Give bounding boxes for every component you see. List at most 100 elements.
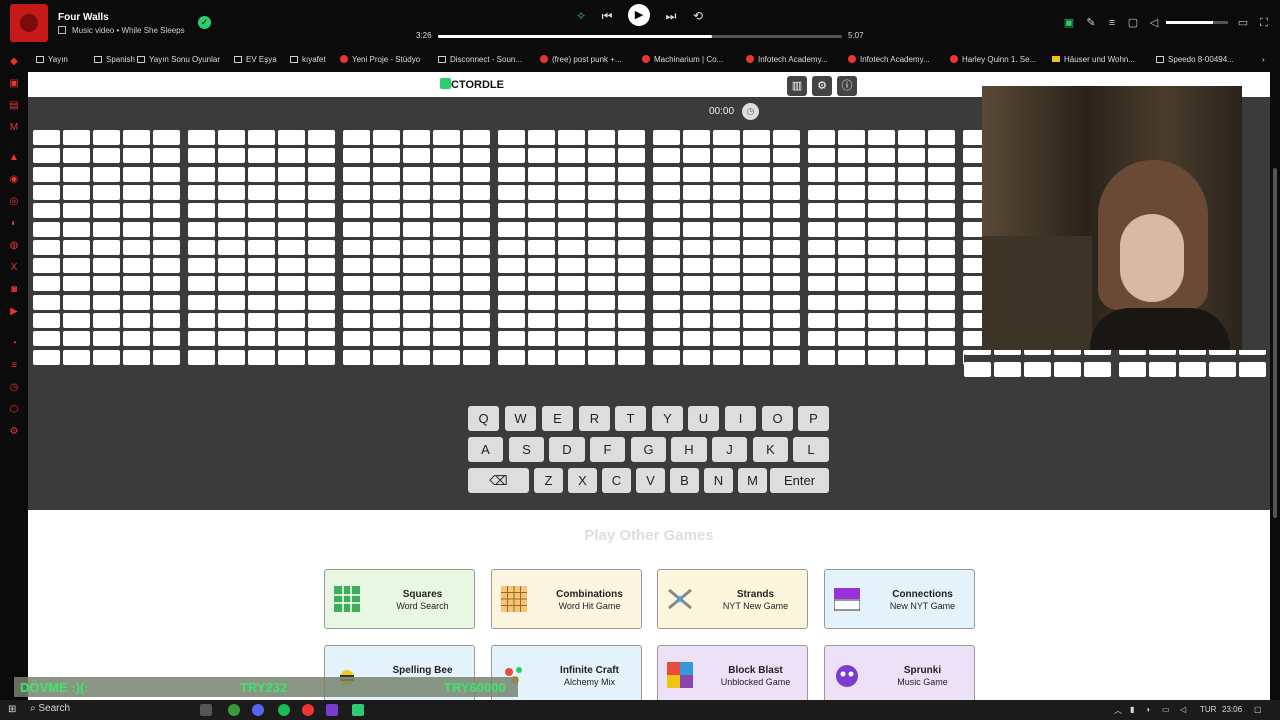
key-l[interactable]: L bbox=[793, 437, 829, 462]
key-a[interactable]: A bbox=[468, 437, 503, 462]
bookmark[interactable]: kıyafet bbox=[290, 55, 326, 64]
sidebar-icon-3[interactable]: ▤ bbox=[8, 100, 20, 112]
bookmark[interactable]: Disconnect - Soun... bbox=[438, 55, 522, 64]
progress-bar[interactable] bbox=[438, 35, 842, 38]
backspace-key[interactable]: ⌫ bbox=[468, 468, 529, 493]
mic-icon[interactable]: ▮ bbox=[1130, 705, 1134, 714]
key-h[interactable]: H bbox=[671, 437, 707, 462]
sidebar-icon-8[interactable]: ◐ bbox=[8, 218, 20, 230]
game-card-combinations[interactable]: Combinations Word Hit Game bbox=[491, 569, 642, 629]
key-c[interactable]: C bbox=[602, 468, 631, 493]
scrollbar-thumb[interactable] bbox=[1273, 168, 1277, 518]
song-title[interactable]: Four Walls bbox=[58, 12, 109, 23]
key-g[interactable]: G bbox=[631, 437, 666, 462]
miniplayer-icon[interactable]: ▭ bbox=[1236, 16, 1250, 30]
key-k[interactable]: K bbox=[753, 437, 788, 462]
sidebar-icon-12[interactable]: ⬡ bbox=[8, 404, 20, 416]
bookmark[interactable]: (free) post punk +... bbox=[540, 55, 622, 64]
key-r[interactable]: R bbox=[579, 406, 610, 431]
language-indicator[interactable]: TUR bbox=[1200, 705, 1216, 714]
fullscreen-icon[interactable]: ⛶ bbox=[1257, 16, 1271, 30]
key-f[interactable]: F bbox=[590, 437, 625, 462]
key-q[interactable]: Q bbox=[468, 406, 499, 431]
clock[interactable]: 23:06 bbox=[1222, 705, 1242, 714]
x-icon[interactable]: X bbox=[8, 262, 20, 274]
volume-slider[interactable] bbox=[1166, 21, 1228, 24]
volume-icon[interactable]: ◁ bbox=[1180, 705, 1186, 714]
spotify-icon[interactable] bbox=[278, 704, 290, 716]
key-p[interactable]: P bbox=[798, 406, 829, 431]
sidebar-icon-6[interactable]: ◉ bbox=[8, 174, 20, 186]
bookmark[interactable]: Infotech Academy... bbox=[746, 55, 828, 64]
key-e[interactable]: E bbox=[542, 406, 573, 431]
bookmark[interactable]: Speedo 8-00494... bbox=[1156, 55, 1234, 64]
taskbar-search[interactable]: ⌕ Search bbox=[30, 703, 70, 714]
play-button[interactable]: ▶ bbox=[628, 4, 650, 26]
chevron-right-icon[interactable]: › bbox=[1262, 55, 1265, 64]
repeat-icon[interactable]: ⟲ bbox=[689, 7, 707, 25]
enter-key[interactable]: Enter bbox=[770, 468, 829, 493]
sidebar-icon-7[interactable]: ◎ bbox=[8, 196, 20, 208]
bookmark[interactable]: Infotech Academy... bbox=[848, 55, 930, 64]
display-icon[interactable]: ▭ bbox=[1162, 705, 1170, 714]
stopwatch-icon[interactable]: ◷ bbox=[742, 103, 759, 120]
bookmark[interactable]: Harley Quinn 1. Se... bbox=[950, 55, 1036, 64]
sidebar-icon-10[interactable]: ◔ bbox=[8, 338, 20, 350]
key-v[interactable]: V bbox=[636, 468, 665, 493]
key-i[interactable]: I bbox=[725, 406, 756, 431]
key-b[interactable]: B bbox=[670, 468, 699, 493]
settings-icon[interactable]: ⚙ bbox=[8, 426, 20, 438]
game-card-strands[interactable]: Strands NYT New Game bbox=[657, 569, 808, 629]
tray-chevron-icon[interactable]: ︿ bbox=[1114, 705, 1122, 716]
sidebar-icon-4[interactable]: M bbox=[8, 122, 20, 134]
key-u[interactable]: U bbox=[688, 406, 719, 431]
stats-icon[interactable]: ▥ bbox=[787, 76, 807, 96]
bookmark[interactable]: Spanish bbox=[94, 55, 135, 64]
settings-gear-icon[interactable]: ⚙ bbox=[812, 76, 832, 96]
task-view-icon[interactable] bbox=[200, 704, 212, 716]
bookmark[interactable]: Yayın bbox=[36, 55, 68, 64]
game-card-block-blast[interactable]: Block Blast Unblocked Game bbox=[657, 645, 808, 700]
discord-icon[interactable] bbox=[252, 704, 264, 716]
key-y[interactable]: Y bbox=[652, 406, 683, 431]
chrome-icon[interactable] bbox=[228, 704, 240, 716]
next-icon[interactable]: ⏭ bbox=[662, 7, 680, 25]
game-card-connections[interactable]: Connections New NYT Game bbox=[824, 569, 975, 629]
discord-icon[interactable]: ◙ bbox=[8, 284, 20, 296]
sidebar-icon-1[interactable]: ◆ bbox=[8, 56, 20, 68]
bookmark[interactable]: Häuser und Wohn... bbox=[1052, 55, 1135, 64]
youtube-icon[interactable]: ▶ bbox=[8, 306, 20, 318]
game-card-squares[interactable]: Squares Word Search bbox=[324, 569, 475, 629]
key-t[interactable]: T bbox=[615, 406, 646, 431]
sidebar-icon-5[interactable]: ▲ bbox=[8, 152, 20, 164]
key-w[interactable]: W bbox=[505, 406, 536, 431]
game-card-sprunki[interactable]: Sprunki Music Game bbox=[824, 645, 975, 700]
history-icon[interactable]: ◷ bbox=[8, 382, 20, 394]
browser-icon[interactable] bbox=[352, 704, 364, 716]
like-icon[interactable]: ✧ bbox=[572, 7, 590, 25]
bookmark[interactable]: Yeni Proje - Stüdyo bbox=[340, 55, 420, 64]
bookmark[interactable]: EV Eşya bbox=[234, 55, 277, 64]
sidebar-icon-9[interactable]: ◍ bbox=[8, 240, 20, 252]
app-icon[interactable] bbox=[326, 704, 338, 716]
previous-icon[interactable]: ⏮ bbox=[598, 7, 616, 25]
speaker-icon[interactable]: ◁ bbox=[1147, 16, 1161, 30]
list-icon[interactable]: ≡ bbox=[1105, 16, 1119, 30]
network-icon[interactable]: ◗ bbox=[1146, 705, 1151, 714]
key-j[interactable]: J bbox=[712, 437, 747, 462]
windows-icon[interactable]: ⊞ bbox=[8, 704, 16, 715]
sidebar-icon-11[interactable]: ≡ bbox=[8, 360, 20, 372]
bookmark[interactable]: Yayın Sonu Oyunlar bbox=[137, 55, 220, 64]
bookmark[interactable]: Machinarium | Co... bbox=[642, 55, 723, 64]
notification-icon[interactable]: ▢ bbox=[1254, 705, 1262, 714]
key-o[interactable]: O bbox=[762, 406, 793, 431]
key-x[interactable]: X bbox=[568, 468, 597, 493]
key-s[interactable]: S bbox=[509, 437, 544, 462]
game-logo[interactable]: CTORDLE bbox=[440, 78, 504, 91]
key-d[interactable]: D bbox=[549, 437, 585, 462]
queue-icon[interactable]: ▣ bbox=[1062, 16, 1076, 30]
key-z[interactable]: Z bbox=[534, 468, 563, 493]
album-thumbnail[interactable] bbox=[10, 4, 48, 42]
key-m[interactable]: M bbox=[738, 468, 767, 493]
obs-icon[interactable] bbox=[302, 704, 314, 716]
